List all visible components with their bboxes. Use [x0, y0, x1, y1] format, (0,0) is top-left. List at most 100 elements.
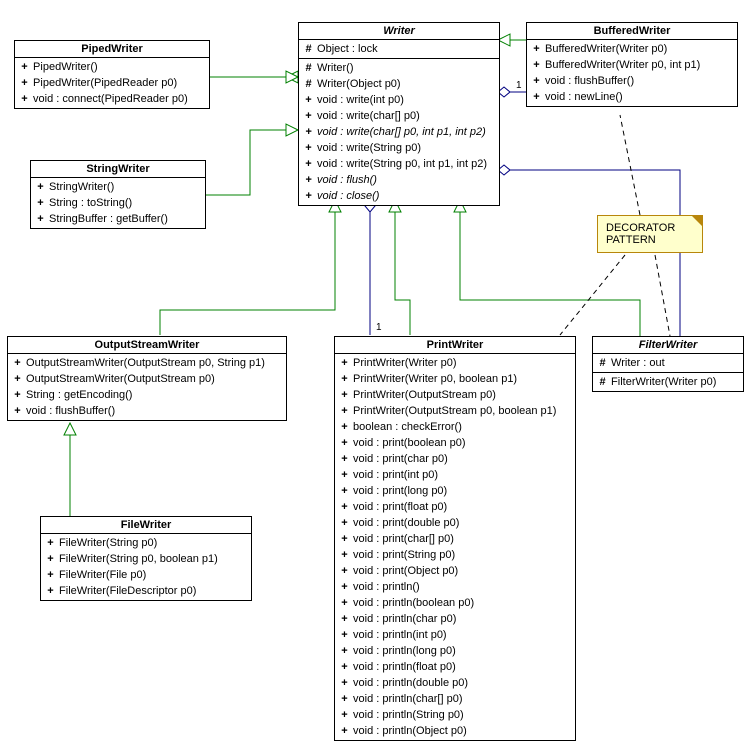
- attrs: # Object : lock: [299, 40, 499, 59]
- member-text: StringBuffer : getBuffer(): [46, 213, 168, 225]
- member: + void : flush(): [303, 172, 495, 188]
- member-text: void : connect(PipedReader p0): [30, 93, 188, 105]
- ops: + PrintWriter(Writer p0)+ PrintWriter(Wr…: [335, 354, 575, 740]
- member-text: void : println(Object p0): [350, 725, 467, 737]
- ops: + FileWriter(String p0)+ FileWriter(Stri…: [41, 534, 251, 600]
- member: + OutputStreamWriter(OutputStream p0, St…: [12, 355, 282, 371]
- member: + void : connect(PipedReader p0): [19, 91, 205, 107]
- member: + void : println(String p0): [339, 707, 571, 723]
- member: + void : print(boolean p0): [339, 435, 571, 451]
- member: + void : print(char p0): [339, 451, 571, 467]
- member-text: void : newLine(): [542, 91, 623, 103]
- member: + FileWriter(File p0): [45, 567, 247, 583]
- member-text: void : write(char[] p0, int p1, int p2): [314, 126, 486, 138]
- visibility-icon: +: [339, 356, 350, 370]
- visibility-icon: +: [339, 468, 350, 482]
- visibility-icon: +: [12, 372, 23, 386]
- member: + void : print(Object p0): [339, 563, 571, 579]
- visibility-icon: +: [339, 532, 350, 546]
- member: # Writer(): [303, 60, 495, 76]
- visibility-icon: #: [303, 77, 314, 91]
- member: + FileWriter(FileDescriptor p0): [45, 583, 247, 599]
- member-text: BufferedWriter(Writer p0, int p1): [542, 59, 700, 71]
- visibility-icon: +: [339, 388, 350, 402]
- visibility-icon: +: [339, 580, 350, 594]
- visibility-icon: +: [45, 536, 56, 550]
- member: + void : print(double p0): [339, 515, 571, 531]
- note-line: PATTERN: [606, 234, 694, 246]
- visibility-icon: +: [12, 388, 23, 402]
- ops: + BufferedWriter(Writer p0)+ BufferedWri…: [527, 40, 737, 106]
- visibility-icon: +: [45, 568, 56, 582]
- member: + void : write(String p0): [303, 140, 495, 156]
- visibility-icon: +: [12, 404, 23, 418]
- cardinality-buffered: 1: [516, 80, 522, 91]
- class-title: FileWriter: [41, 517, 251, 534]
- visibility-icon: #: [597, 375, 608, 389]
- member: + PrintWriter(Writer p0, boolean p1): [339, 371, 571, 387]
- member: + void : print(char[] p0): [339, 531, 571, 547]
- member-text: void : close(): [314, 190, 379, 202]
- member-text: void : print(char[] p0): [350, 533, 454, 545]
- visibility-icon: +: [19, 60, 30, 74]
- class-bufferedwriter: BufferedWriter + BufferedWriter(Writer p…: [526, 22, 738, 107]
- member-text: String : getEncoding(): [23, 389, 132, 401]
- note-decorator-pattern: DECORATOR PATTERN: [597, 215, 703, 253]
- member-text: void : write(String p0, int p1, int p2): [314, 158, 487, 170]
- member-text: void : print(boolean p0): [350, 437, 466, 449]
- member: + void : print(float p0): [339, 499, 571, 515]
- member-text: boolean : checkError(): [350, 421, 462, 433]
- visibility-icon: +: [303, 109, 314, 123]
- member: # Object : lock: [303, 41, 495, 57]
- member-text: void : print(char p0): [350, 453, 448, 465]
- member: + BufferedWriter(Writer p0): [531, 41, 733, 57]
- member-text: Writer : out: [608, 357, 665, 369]
- visibility-icon: +: [339, 452, 350, 466]
- visibility-icon: +: [339, 564, 350, 578]
- member: + void : println(float p0): [339, 659, 571, 675]
- member-text: FileWriter(FileDescriptor p0): [56, 585, 196, 597]
- class-filewriter: FileWriter + FileWriter(String p0)+ File…: [40, 516, 252, 601]
- visibility-icon: +: [339, 484, 350, 498]
- member: + void : flushBuffer(): [12, 403, 282, 419]
- member: + PipedWriter(PipedReader p0): [19, 75, 205, 91]
- visibility-icon: +: [339, 612, 350, 626]
- visibility-icon: +: [531, 42, 542, 56]
- member-text: void : println(long p0): [350, 645, 456, 657]
- member: + PipedWriter(): [19, 59, 205, 75]
- class-title: BufferedWriter: [527, 23, 737, 40]
- member: + void : print(long p0): [339, 483, 571, 499]
- visibility-icon: +: [339, 516, 350, 530]
- member: # Writer(Object p0): [303, 76, 495, 92]
- visibility-icon: +: [45, 552, 56, 566]
- visibility-icon: +: [339, 404, 350, 418]
- member-text: Writer(Object p0): [314, 78, 401, 90]
- member-text: void : write(char[] p0): [314, 110, 420, 122]
- member-text: FileWriter(String p0, boolean p1): [56, 553, 218, 565]
- member: + void : write(char[] p0): [303, 108, 495, 124]
- member: + FileWriter(String p0): [45, 535, 247, 551]
- member: + void : write(char[] p0, int p1, int p2…: [303, 124, 495, 140]
- visibility-icon: +: [339, 660, 350, 674]
- member: + String : toString(): [35, 195, 201, 211]
- class-title: StringWriter: [31, 161, 205, 178]
- member: + OutputStreamWriter(OutputStream p0): [12, 371, 282, 387]
- member: + StringBuffer : getBuffer(): [35, 211, 201, 227]
- member-text: void : println(float p0): [350, 661, 456, 673]
- visibility-icon: #: [303, 61, 314, 75]
- member-text: void : println(char[] p0): [350, 693, 463, 705]
- member: # Writer : out: [597, 355, 739, 371]
- class-printwriter: PrintWriter + PrintWriter(Writer p0)+ Pr…: [334, 336, 576, 741]
- member-text: PrintWriter(OutputStream p0, boolean p1): [350, 405, 556, 417]
- visibility-icon: +: [339, 548, 350, 562]
- class-title: PipedWriter: [15, 41, 209, 58]
- visibility-icon: +: [339, 708, 350, 722]
- class-pipedwriter: PipedWriter + PipedWriter()+ PipedWriter…: [14, 40, 210, 109]
- member-text: String : toString(): [46, 197, 132, 209]
- visibility-icon: +: [303, 173, 314, 187]
- visibility-icon: +: [339, 692, 350, 706]
- visibility-icon: +: [35, 196, 46, 210]
- member: + void : println(): [339, 579, 571, 595]
- visibility-icon: +: [35, 180, 46, 194]
- member-text: void : println(): [350, 581, 420, 593]
